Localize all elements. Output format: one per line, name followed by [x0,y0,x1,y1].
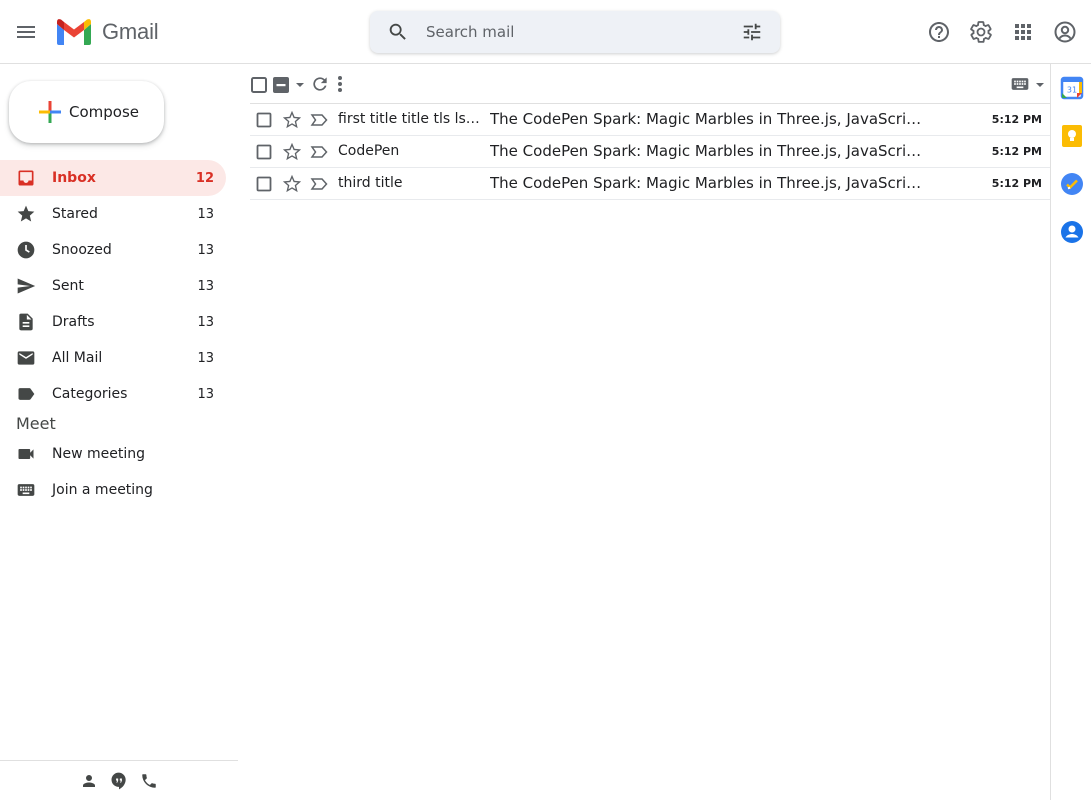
email-time: 5:12 PM [991,113,1042,126]
account-avatar-icon[interactable] [1053,20,1077,44]
top-header: Gmail [0,0,1091,64]
refresh-icon[interactable] [310,74,330,94]
more-vert-icon[interactable] [334,74,346,94]
search-bar[interactable] [370,11,780,53]
sidebar-item-sent[interactable]: Sent 13 [0,268,226,304]
compose-button[interactable]: Compose [9,81,164,143]
sidebar-item-label: Snoozed [52,242,112,258]
sidebar-item-label: Inbox [52,170,96,186]
join-meeting-item[interactable]: Join a meeting [0,472,226,508]
email-sender: first title title tls lsls tlkdsjf [338,111,483,127]
importance-marker-icon[interactable] [310,143,328,161]
sidebar-item-stared[interactable]: Stared 13 [0,196,226,232]
phone-icon[interactable] [139,771,159,791]
svg-text:31: 31 [1067,86,1077,95]
email-subject: The CodePen Spark: Magic Marbles in Thre… [490,174,926,192]
email-subject: The CodePen Spark: Magic Marbles in Thre… [490,142,926,160]
compose-label: Compose [69,103,140,121]
email-subject: The CodePen Spark: Magic Marbles in Thre… [490,110,926,128]
search-options-icon[interactable] [740,20,764,44]
item-count: 13 [197,314,214,330]
sidebar-item-snoozed[interactable]: Snoozed 13 [0,232,226,268]
row-checkbox[interactable] [256,144,272,160]
label-icon [16,384,36,404]
sidebar-item-label: All Mail [52,350,103,366]
item-count: 13 [197,386,214,402]
item-count: 13 [197,242,214,258]
star-outline-icon[interactable] [282,174,302,194]
help-icon[interactable] [927,20,951,44]
sidebar-item-label: Drafts [52,314,95,330]
email-list: first title title tls lsls tlkdsjf The C… [250,104,1050,200]
contacts-icon[interactable] [1060,220,1084,244]
draft-icon [16,312,36,332]
sidebar-item-inbox[interactable]: Inbox 12 [0,160,226,196]
star-outline-icon[interactable] [282,142,302,162]
star-outline-icon[interactable] [282,110,302,130]
select-dropdown-icon[interactable] [293,76,307,94]
tasks-icon[interactable] [1060,172,1084,196]
gmail-m-icon [57,19,91,45]
sidebar-nav: Inbox 12 Stared 13 Snoozed 13 Sent 13 Dr… [0,160,238,412]
meet-item-label: New meeting [52,446,145,462]
gmail-logo[interactable]: Gmail [55,16,159,48]
search-icon[interactable] [386,20,410,44]
select-all-checkbox[interactable] [250,76,268,94]
sidebar-item-categories[interactable]: Categories 13 [0,376,226,412]
item-count: 13 [197,350,214,366]
sidebar-item-drafts[interactable]: Drafts 13 [0,304,226,340]
importance-marker-icon[interactable] [310,175,328,193]
app-name: Gmail [102,19,159,44]
email-time: 5:12 PM [991,177,1042,190]
sidebar-item-label: Categories [52,386,128,402]
item-count: 13 [197,278,214,294]
sidebar-item-all-mail[interactable]: All Mail 13 [0,340,226,376]
new-meeting-item[interactable]: New meeting [0,436,226,472]
videocam-icon [16,444,36,464]
email-time: 5:12 PM [991,145,1042,158]
sidebar-item-label: Sent [52,278,84,294]
item-count: 13 [197,206,214,222]
row-checkbox[interactable] [256,176,272,192]
side-apps-panel: 31 [1050,64,1091,800]
keep-icon[interactable] [1060,124,1084,148]
main-menu-icon[interactable] [12,18,40,46]
input-tools-dropdown-icon[interactable] [1033,76,1047,94]
sidebar-item-label: Stared [52,206,98,222]
person-icon[interactable] [79,771,99,791]
plus-icon [39,101,61,123]
hangouts-bar [0,760,238,800]
meet-section: New meeting Join a meeting [0,436,238,508]
calendar-icon[interactable]: 31 [1060,76,1084,100]
email-sender: third title [338,175,403,191]
chat-bubble-icon[interactable] [109,771,129,791]
email-row[interactable]: first title title tls lsls tlkdsjf The C… [250,104,1050,136]
email-row[interactable]: CodePen The CodePen Spark: Magic Marbles… [250,136,1050,168]
email-sender: CodePen [338,143,400,159]
inbox-icon [16,168,36,188]
meet-section-title: Meet [16,414,56,433]
importance-marker-icon[interactable] [310,111,328,129]
select-partial-checkbox[interactable] [272,76,290,94]
settings-gear-icon[interactable] [969,20,993,44]
meet-item-label: Join a meeting [52,482,153,498]
mail-icon [16,348,36,368]
email-row[interactable]: third title The CodePen Spark: Magic Mar… [250,168,1050,200]
send-icon [16,276,36,296]
row-checkbox[interactable] [256,112,272,128]
star-icon [16,204,36,224]
search-input[interactable] [426,17,726,47]
keyboard-icon [16,480,36,500]
input-tools-keyboard-icon[interactable] [1010,76,1030,92]
unread-count: 12 [195,170,214,186]
mail-toolbar [250,64,1050,104]
apps-grid-icon[interactable] [1011,20,1035,44]
clock-icon [16,240,36,260]
